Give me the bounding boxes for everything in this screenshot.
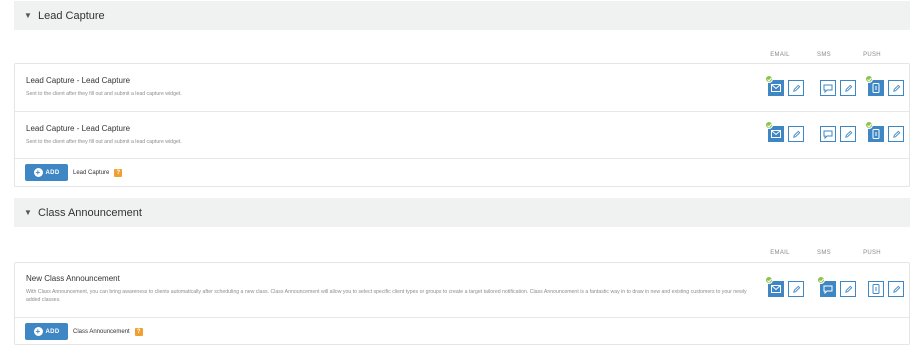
add-button-label: ADD: [45, 328, 60, 335]
add-type-text: Class Announcement: [73, 329, 130, 335]
column-header-sms: SMS: [817, 250, 831, 256]
email-channel: [765, 121, 808, 142]
push-channel: [865, 75, 908, 96]
caret-down-icon[interactable]: ▼: [24, 208, 38, 217]
envelope-icon: [771, 285, 781, 293]
sms-edit-button[interactable]: [840, 281, 856, 297]
add-type-text: Lead Capture: [73, 170, 110, 176]
notification-row: Lead Capture - Lead Capture Sent to the …: [15, 112, 909, 159]
push-edit-button[interactable]: [888, 281, 904, 297]
pencil-icon: [892, 130, 900, 138]
question-icon[interactable]: ?: [134, 328, 143, 336]
plus-icon: +: [33, 168, 43, 177]
push-channel: [868, 281, 908, 297]
add-row: + ADD Lead Capture ?: [15, 159, 909, 187]
sms-toggle-button[interactable]: [820, 80, 836, 96]
check-icon: [865, 75, 873, 83]
pencil-icon: [844, 84, 852, 92]
section-title: Class Announcement: [38, 206, 142, 219]
notification-card: Lead Capture - Lead Capture Sent to the …: [14, 63, 910, 187]
email-channel: [765, 75, 808, 96]
pencil-icon: [892, 84, 900, 92]
chat-bubble-icon: [823, 130, 833, 139]
column-header-sms: SMS: [817, 52, 831, 58]
pencil-icon: [792, 285, 800, 293]
email-channel: [765, 276, 808, 297]
add-button[interactable]: + ADD: [25, 323, 68, 340]
column-header-email: EMAIL: [770, 52, 790, 58]
check-icon: [865, 121, 873, 129]
email-edit-button[interactable]: [788, 80, 804, 96]
email-edit-button[interactable]: [788, 281, 804, 297]
check-icon: [765, 75, 773, 83]
envelope-icon: [771, 84, 781, 92]
pencil-icon: [792, 84, 800, 92]
check-icon: [817, 276, 825, 284]
mobile-notification-icon: [872, 129, 880, 139]
envelope-icon: [771, 130, 781, 138]
add-button[interactable]: + ADD: [25, 164, 68, 181]
add-row: + ADD Class Announcement ?: [15, 318, 909, 345]
section-header-lead-capture[interactable]: ▼ Lead Capture: [14, 1, 910, 30]
push-toggle-button[interactable]: [868, 281, 884, 297]
notification-name[interactable]: Lead Capture - Lead Capture: [26, 124, 130, 133]
pencil-icon: [892, 285, 900, 293]
push-edit-button[interactable]: [888, 126, 904, 142]
notification-row: Lead Capture - Lead Capture Sent to the …: [15, 64, 909, 112]
mobile-notification-icon: [872, 83, 880, 93]
caret-down-icon[interactable]: ▼: [24, 11, 38, 20]
column-header-email: EMAIL: [770, 250, 790, 256]
sms-edit-button[interactable]: [840, 126, 856, 142]
notification-row: New Class Announcement With Class Announ…: [15, 263, 909, 318]
sms-toggle-button[interactable]: [820, 126, 836, 142]
pencil-icon: [792, 130, 800, 138]
sms-channel: [817, 276, 860, 297]
email-edit-button[interactable]: [788, 126, 804, 142]
sms-channel: [820, 126, 860, 142]
check-icon: [765, 276, 773, 284]
section-header-class-announcement[interactable]: ▼ Class Announcement: [14, 198, 910, 227]
sms-edit-button[interactable]: [840, 80, 856, 96]
notification-card: New Class Announcement With Class Announ…: [14, 262, 910, 345]
chat-bubble-icon: [823, 84, 833, 93]
question-icon[interactable]: ?: [114, 169, 123, 177]
column-header-push: PUSH: [863, 250, 881, 256]
pencil-icon: [844, 130, 852, 138]
chat-bubble-icon: [823, 285, 833, 294]
notification-description: Sent to the client after they fill out a…: [26, 139, 182, 145]
add-button-label: ADD: [45, 169, 60, 176]
column-header-push: PUSH: [863, 52, 881, 58]
push-edit-button[interactable]: [888, 80, 904, 96]
add-type-label: Class Announcement ?: [73, 328, 143, 336]
section-title: Lead Capture: [38, 9, 105, 22]
notification-description: With Class Announcement, you can bring a…: [26, 289, 747, 303]
mobile-notification-icon: [872, 284, 880, 294]
plus-icon: +: [33, 327, 43, 336]
sms-channel: [820, 80, 860, 96]
notification-description: Sent to the client after they fill out a…: [26, 91, 182, 97]
check-icon: [765, 121, 773, 129]
notification-name[interactable]: Lead Capture - Lead Capture: [26, 76, 130, 85]
notification-name[interactable]: New Class Announcement: [26, 274, 120, 283]
pencil-icon: [844, 285, 852, 293]
add-type-label: Lead Capture ?: [73, 169, 123, 177]
push-channel: [865, 121, 908, 142]
